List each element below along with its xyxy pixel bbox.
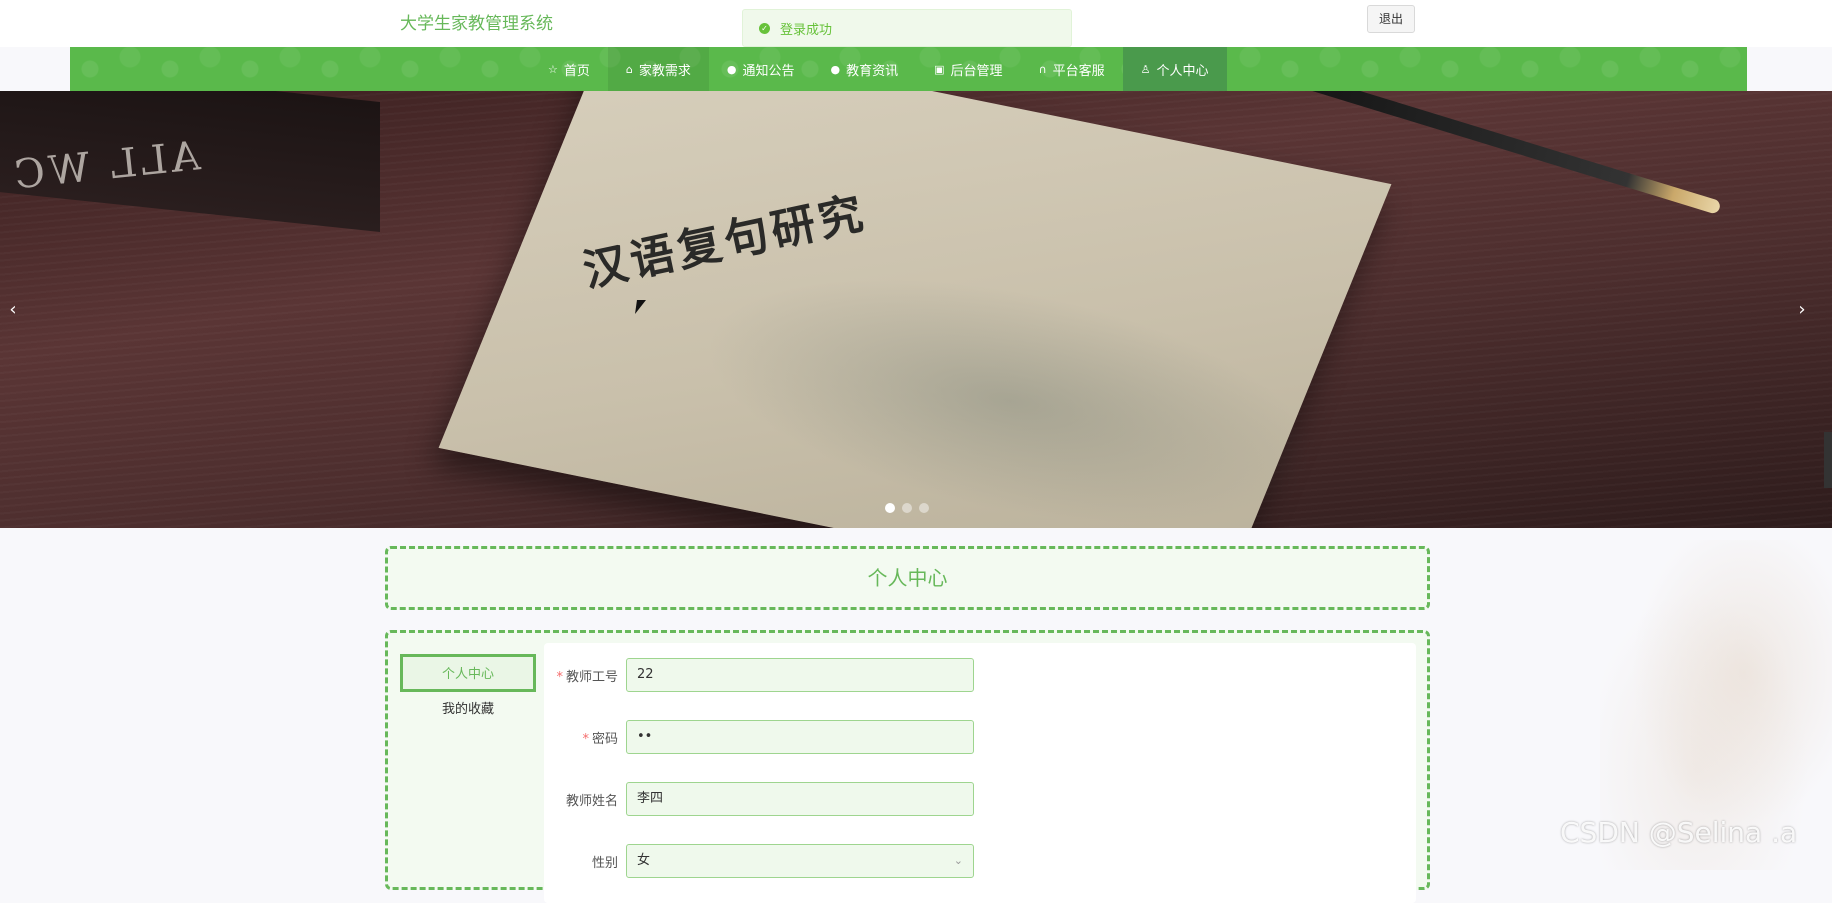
password-input[interactable]: •• xyxy=(626,720,974,754)
nav-item-admin[interactable]: ▣ 后台管理 xyxy=(916,47,1020,91)
teacher-id-input[interactable]: 22 xyxy=(626,658,974,692)
nav-item-label: 通知公告 xyxy=(742,63,795,79)
logout-button[interactable]: 退出 xyxy=(1367,5,1415,33)
teacher-name-label: 教师姓名 xyxy=(565,793,618,809)
teacher-id-label: 教师工号 xyxy=(565,669,618,685)
gender-select[interactable]: 女 ⌄ xyxy=(626,844,974,878)
page-title: 个人中心 xyxy=(385,546,1430,610)
side-menu-item-favorites[interactable]: 我的收藏 xyxy=(400,692,536,730)
profile-card: 个人中心 我的收藏 * 教师工号 22 * 密码 •• 教师姓名 李四 性别 女 ⌄ xyxy=(385,630,1430,903)
home-icon: ⌂ xyxy=(625,62,633,76)
main-nav: ☆ 首页 ⌂ 家教需求 ● 通知公告 ● 教育资讯 ▣ 后台管理 ∩ 平台客服 … xyxy=(70,47,1747,91)
scrollbar-thumb[interactable] xyxy=(1824,432,1832,488)
site-title: 大学生家教管理系统 xyxy=(400,14,553,34)
carousel-next-button[interactable]: › xyxy=(1792,299,1812,320)
profile-form: * 教师工号 22 * 密码 •• 教师姓名 李四 性别 女 ⌄ xyxy=(544,643,1416,903)
banner-carousel: ALL WC 汉语复句研究 ‹ › xyxy=(0,91,1832,528)
star-icon: ☆ xyxy=(548,62,558,76)
nav-item-label: 家教需求 xyxy=(638,63,691,79)
dot-icon: ● xyxy=(830,62,841,76)
toast-message: 登录成功 xyxy=(780,22,833,38)
dot-icon: ● xyxy=(726,62,737,76)
nav-item-tutoring-demand[interactable]: ⌂ 家教需求 xyxy=(607,47,709,91)
form-row-teacher-name: 教师姓名 李四 xyxy=(544,782,974,816)
nav-item-personal-center[interactable]: ♙ 个人中心 xyxy=(1122,47,1227,91)
headset-icon: ∩ xyxy=(1038,62,1047,76)
nav-item-education-news[interactable]: ● 教育资讯 xyxy=(813,47,917,91)
gender-label: 性别 xyxy=(591,855,618,871)
form-row-gender: 性别 女 ⌄ xyxy=(544,844,974,878)
form-row-password: * 密码 •• xyxy=(544,720,974,754)
side-menu: 个人中心 我的收藏 xyxy=(400,654,536,730)
briefcase-icon: ▣ xyxy=(934,62,945,76)
carousel-indicators xyxy=(885,503,929,513)
nav-item-label: 后台管理 xyxy=(950,63,1003,79)
nav-item-home[interactable]: ☆ 首页 xyxy=(530,47,608,91)
nav-item-customer-service[interactable]: ∩ 平台客服 xyxy=(1021,47,1123,91)
carousel-dot[interactable] xyxy=(902,503,912,513)
password-label: 密码 xyxy=(591,731,618,747)
required-mark: * xyxy=(582,731,589,747)
success-check-icon: ✓ xyxy=(759,22,770,34)
login-success-toast: ✓ 登录成功 xyxy=(742,9,1072,47)
teacher-name-input[interactable]: 李四 xyxy=(626,782,974,816)
nav-item-label: 平台客服 xyxy=(1052,63,1105,79)
chevron-down-icon: ⌄ xyxy=(953,854,963,867)
watermark: CSDN @Selina .a xyxy=(1560,816,1798,849)
required-mark: * xyxy=(556,669,563,685)
nav-item-label: 个人中心 xyxy=(1156,63,1209,79)
nav-item-notices[interactable]: ● 通知公告 xyxy=(709,47,813,91)
carousel-dot[interactable] xyxy=(919,503,929,513)
carousel-dot[interactable] xyxy=(885,503,895,513)
user-icon: ♙ xyxy=(1140,62,1151,76)
nav-item-label: 教育资讯 xyxy=(846,63,899,79)
nav-item-label: 首页 xyxy=(563,63,590,79)
carousel-prev-button[interactable]: ‹ xyxy=(3,299,23,320)
form-row-teacher-id: * 教师工号 22 xyxy=(544,658,974,692)
side-menu-item-personal-center[interactable]: 个人中心 xyxy=(400,654,536,692)
gender-value: 女 xyxy=(637,853,651,868)
